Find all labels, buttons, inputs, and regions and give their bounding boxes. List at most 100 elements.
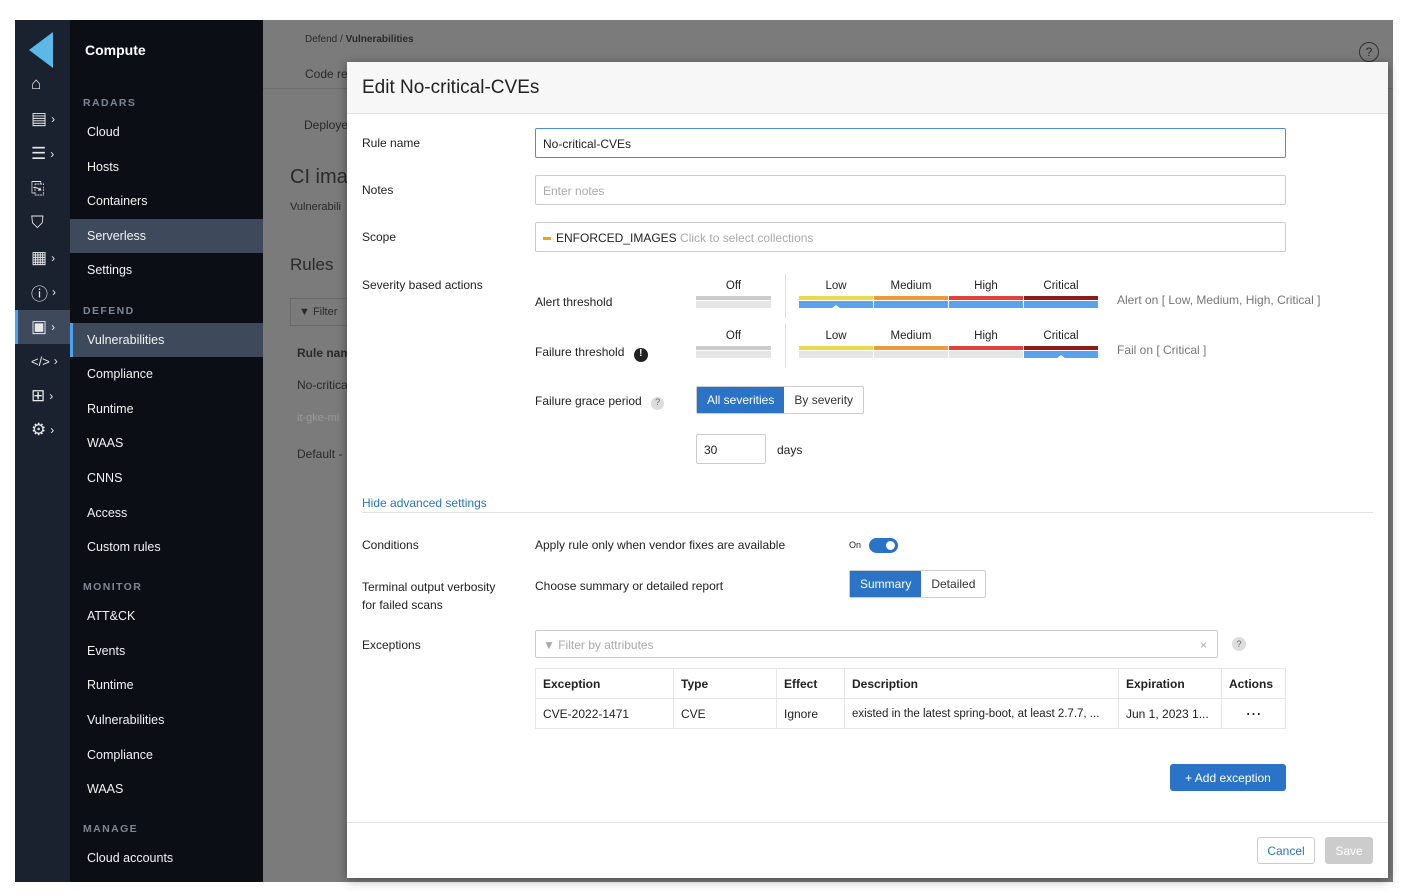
bg-subtab[interactable]: Deploye (304, 118, 348, 132)
threshold-track[interactable] (874, 351, 948, 358)
failure-threshold-slider[interactable]: Off Low Medium High Critical (696, 324, 1098, 368)
sidebar-item-cloud[interactable]: Cloud (70, 115, 263, 149)
threshold-off-track[interactable] (696, 351, 771, 358)
detailed-option[interactable]: Detailed (921, 571, 985, 597)
threshold-level-low[interactable]: Low (799, 330, 873, 342)
sidebar-item-vulnerabilities[interactable]: Vulnerabilities (70, 323, 263, 357)
bg-row[interactable]: it-gke-mi (297, 412, 339, 424)
add-exception-button[interactable]: + Add exception (1170, 764, 1286, 791)
threshold-marker-icon[interactable] (831, 305, 841, 309)
bg-row[interactable]: No-critica (297, 378, 348, 392)
threshold-marker-icon[interactable] (1056, 355, 1066, 359)
threshold-track[interactable] (874, 301, 948, 308)
threshold-level-low[interactable]: Low (799, 280, 873, 292)
threshold-off-track[interactable] (696, 301, 771, 308)
threshold-track[interactable] (1024, 301, 1098, 308)
severity-label: Severity based actions (362, 278, 483, 292)
threshold-off-bar[interactable] (696, 346, 771, 350)
sidebar-item-cloud-accounts[interactable]: Cloud accounts (70, 841, 263, 875)
all-severities-option[interactable]: All severities (697, 387, 785, 413)
scope-chip[interactable]: ENFORCED_IMAGES (556, 231, 677, 245)
vendor-fixes-toggle[interactable] (869, 538, 898, 553)
alert-threshold-slider[interactable]: Off Low Medium High Critical (696, 274, 1098, 318)
severity-color-bar[interactable] (799, 296, 873, 300)
threshold-track[interactable] (949, 351, 1023, 358)
sidebar-item-att-ck[interactable]: ATT&CK (70, 599, 263, 633)
sidebar-item-waas[interactable]: WAAS (70, 426, 263, 460)
monitor-search-icon[interactable]: ⎘ (15, 172, 70, 206)
bg-tab[interactable]: Code re (305, 67, 348, 81)
network-icon[interactable]: ⊞ › (15, 379, 70, 413)
col-actions: Actions (1221, 668, 1286, 699)
sidebar-item-runtime[interactable]: Runtime (70, 392, 263, 426)
chip-icon[interactable]: ▣ › (15, 310, 70, 344)
scope-selector[interactable]: ENFORCED_IMAGES Click to select collecti… (535, 222, 1286, 252)
exception-cell: CVE-2022-1471 (535, 698, 674, 729)
grace-days-input[interactable]: 30 (696, 434, 766, 464)
bg-filter[interactable]: Filter (313, 306, 337, 318)
sidebar-item-hosts[interactable]: Hosts (70, 150, 263, 184)
scope-hint: Click to select collections (680, 231, 814, 245)
breadcrumb-parent[interactable]: Defend / (305, 34, 346, 45)
sidebar-item-access[interactable]: Access (70, 496, 263, 530)
threshold-level-critical[interactable]: Critical (1024, 330, 1098, 342)
sidebar-item-compliance[interactable]: Compliance (70, 738, 263, 772)
severity-color-bar[interactable] (874, 296, 948, 300)
severity-color-bar[interactable] (874, 346, 948, 350)
sidebar-item-compliance[interactable]: Compliance (70, 357, 263, 391)
bg-col-header: Rule nam (297, 346, 352, 360)
threshold-level-medium[interactable]: Medium (874, 280, 948, 292)
gear-icon[interactable]: ⚙ › (15, 413, 70, 447)
severity-color-bar[interactable] (1024, 346, 1098, 350)
threshold-level-high[interactable]: High (949, 280, 1023, 292)
breadcrumb-current: Vulnerabilities (345, 34, 414, 45)
exceptions-label: Exceptions (362, 638, 421, 652)
report-icon[interactable]: ▦ › (15, 241, 70, 275)
threshold-level-high[interactable]: High (949, 330, 1023, 342)
threshold-track[interactable] (949, 301, 1023, 308)
threshold-level-critical[interactable]: Critical (1024, 280, 1098, 292)
list-icon[interactable]: ☰ › (15, 137, 70, 171)
threshold-track[interactable] (799, 351, 873, 358)
sidebar-item-vulnerabilities[interactable]: Vulnerabilities (70, 703, 263, 737)
icon-rail: ⌂ ▤ › ☰ › ⎘ ⛉ ▦ › ⓘ › ▣ › </> › ⊞ › ⚙ › (15, 20, 70, 882)
bg-row[interactable]: Default - (297, 447, 342, 461)
exceptions-filter-input[interactable]: ▼ Filter by attributes × (535, 630, 1218, 658)
sidebar-item-containers[interactable]: Containers (70, 184, 263, 218)
sidebar-item-serverless[interactable]: Serverless (70, 219, 263, 253)
sidebar-item-events[interactable]: Events (70, 634, 263, 668)
threshold-level-medium[interactable]: Medium (874, 330, 948, 342)
help-icon[interactable]: ? (1359, 42, 1379, 62)
threshold-off[interactable]: Off (696, 280, 771, 292)
code-icon[interactable]: </> › (15, 344, 70, 378)
hide-advanced-link[interactable]: Hide advanced settings (362, 496, 487, 510)
sidebar-item-custom-rules[interactable]: Custom rules (70, 530, 263, 564)
clear-icon[interactable]: × (1200, 638, 1207, 652)
rule-name-input[interactable]: No-critical-CVEs (535, 128, 1286, 158)
alert-icon[interactable]: ⓘ › (15, 275, 70, 309)
severity-color-bar[interactable] (949, 346, 1023, 350)
more-actions-icon[interactable]: ⋯ (1221, 698, 1286, 729)
sidebar-item-waas[interactable]: WAAS (70, 772, 263, 806)
severity-color-bar[interactable] (1024, 296, 1098, 300)
threshold-off[interactable]: Off (696, 330, 771, 342)
help-icon[interactable]: ? (651, 397, 665, 410)
severity-color-bar[interactable] (799, 346, 873, 350)
toggle-label: On (849, 540, 862, 550)
help-icon[interactable]: ? (1232, 637, 1246, 651)
threshold-off-bar[interactable] (696, 296, 771, 300)
summary-option[interactable]: Summary (850, 571, 922, 597)
severity-color-bar[interactable] (949, 296, 1023, 300)
sidebar-item-runtime[interactable]: Runtime (70, 668, 263, 702)
sidebar-item-settings[interactable]: Settings (70, 253, 263, 287)
notes-textarea[interactable]: Enter notes (535, 175, 1286, 205)
info-icon[interactable]: ! (633, 348, 648, 362)
save-button[interactable]: Save (1325, 837, 1373, 864)
dashboard-icon[interactable]: ▤ › (15, 102, 70, 136)
cancel-button[interactable]: Cancel (1257, 837, 1315, 864)
home-icon[interactable]: ⌂ (15, 67, 70, 101)
prisma-logo (29, 32, 53, 68)
by-severity-option[interactable]: By severity (784, 387, 863, 413)
sidebar-item-cnns[interactable]: CNNS (70, 461, 263, 495)
shield-icon[interactable]: ⛉ (15, 206, 70, 240)
